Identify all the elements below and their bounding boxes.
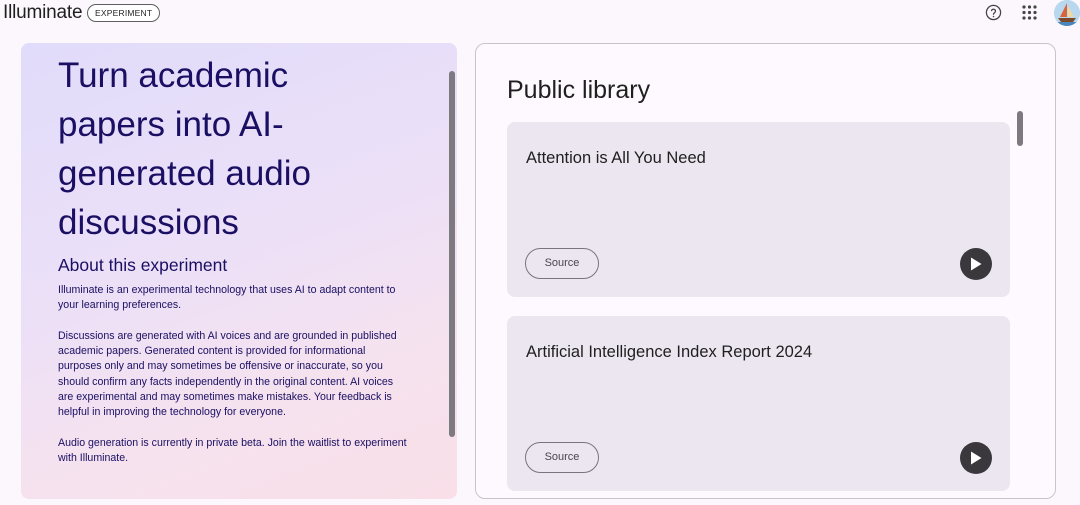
- experiment-badge: EXPERIMENT: [87, 4, 161, 22]
- source-button[interactable]: Source: [525, 442, 599, 473]
- library-title: Public library: [507, 76, 651, 104]
- about-paragraph-2: Discussions are generated with AI voices…: [58, 329, 397, 419]
- help-icon[interactable]: [985, 4, 1002, 21]
- hero-scrollbar[interactable]: [449, 71, 455, 437]
- play-icon: [971, 451, 982, 465]
- hero-title: Turn academic papers into AI-generated a…: [58, 56, 311, 242]
- play-button[interactable]: [960, 442, 992, 474]
- about-paragraph-1: Illuminate is an experimental technology…: [58, 284, 396, 312]
- top-bar: Illuminate EXPERIMENT: [0, 0, 1080, 28]
- library-scrollbar[interactable]: [1017, 111, 1023, 146]
- paper-title[interactable]: Attention is All You Need: [526, 149, 706, 168]
- about-heading: About this experiment: [58, 255, 228, 275]
- paper-title[interactable]: Artificial Intelligence Index Report 202…: [526, 343, 812, 362]
- play-button[interactable]: [960, 248, 992, 280]
- paper-card[interactable]: Artificial Intelligence Index Report 202…: [507, 316, 1010, 491]
- apps-grid-icon[interactable]: [1022, 5, 1037, 20]
- paper-card[interactable]: Attention is All You Need Source: [507, 122, 1010, 297]
- hero-card: Turn academic papers into AI-generated a…: [21, 43, 457, 499]
- play-icon: [971, 257, 982, 271]
- public-library-panel: Public library Attention is All You Need…: [475, 43, 1056, 499]
- about-paragraph-3: Audio generation is currently in private…: [58, 436, 407, 465]
- source-button[interactable]: Source: [525, 248, 599, 279]
- about-text: Illuminate is an experimental technology…: [58, 283, 410, 482]
- app-name[interactable]: Illuminate: [3, 2, 83, 24]
- avatar[interactable]: [1054, 0, 1080, 26]
